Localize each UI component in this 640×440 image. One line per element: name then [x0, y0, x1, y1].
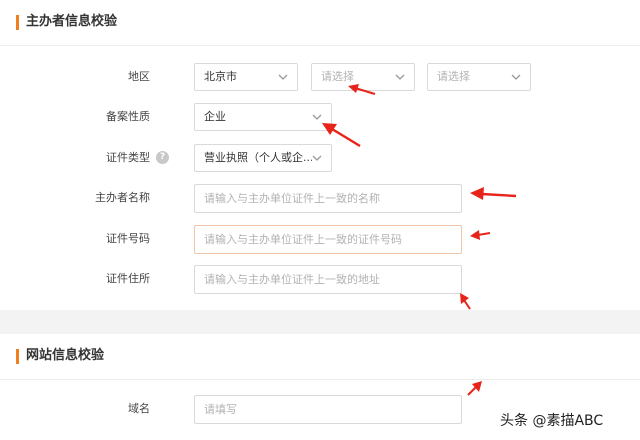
cert-address-placeholder: 请输入与主办单位证件上一致的地址 [204, 273, 380, 286]
province-select[interactable]: 北京市 [194, 63, 298, 91]
chevron-down-icon [312, 155, 322, 161]
cert-address-label: 证件住所 [106, 272, 150, 285]
annotation-arrow [460, 293, 471, 310]
annotation-arrow [470, 187, 517, 200]
cert-address-input[interactable]: 请输入与主办单位证件上一致的地址 [194, 265, 462, 294]
province-value: 北京市 [204, 70, 237, 83]
cert-type-label: 证件类型 [106, 151, 150, 164]
cert-number-placeholder: 请输入与主办单位证件上一致的证件号码 [204, 233, 402, 246]
cert-number-input[interactable]: 请输入与主办单位证件上一致的证件号码 [194, 225, 462, 254]
watermark: 头条 @素描ABC [500, 413, 604, 429]
annotation-arrow [348, 84, 376, 95]
chevron-down-icon [395, 74, 405, 80]
section-accent-bar [16, 15, 19, 30]
cert-type-value: 营业执照（个人或企... [204, 151, 312, 164]
domain-input[interactable]: 请填写 [194, 395, 462, 424]
section-accent-bar [16, 349, 19, 364]
annotation-arrow [467, 381, 482, 396]
section-title: 网站信息校验 [26, 348, 105, 363]
sponsor-name-placeholder: 请输入与主办单位证件上一致的名称 [204, 192, 380, 205]
help-circle-icon[interactable]: ? [156, 151, 169, 164]
nature-value: 企业 [204, 110, 226, 123]
website-section-header: 网站信息校验 [0, 334, 640, 380]
sponsor-name-label: 主办者名称 [95, 191, 150, 204]
annotation-arrow [470, 230, 491, 240]
cert-type-select[interactable]: 营业执照（个人或企... [194, 144, 332, 172]
chevron-down-icon [511, 74, 521, 80]
sponsor-name-input[interactable]: 请输入与主办单位证件上一致的名称 [194, 184, 462, 213]
region-label: 地区 [128, 70, 150, 83]
section-divider [0, 310, 640, 334]
sponsor-section-header: 主办者信息校验 [0, 0, 640, 46]
district-select[interactable]: 请选择 [427, 63, 531, 91]
domain-placeholder: 请填写 [204, 403, 237, 416]
nature-label: 备案性质 [106, 110, 150, 123]
nature-select[interactable]: 企业 [194, 103, 332, 131]
cert-number-label: 证件号码 [106, 232, 150, 245]
district-placeholder: 请选择 [437, 70, 470, 83]
chevron-down-icon [278, 74, 288, 80]
section-title: 主办者信息校验 [26, 14, 118, 29]
domain-label: 域名 [128, 402, 150, 415]
annotation-arrow [322, 123, 361, 148]
